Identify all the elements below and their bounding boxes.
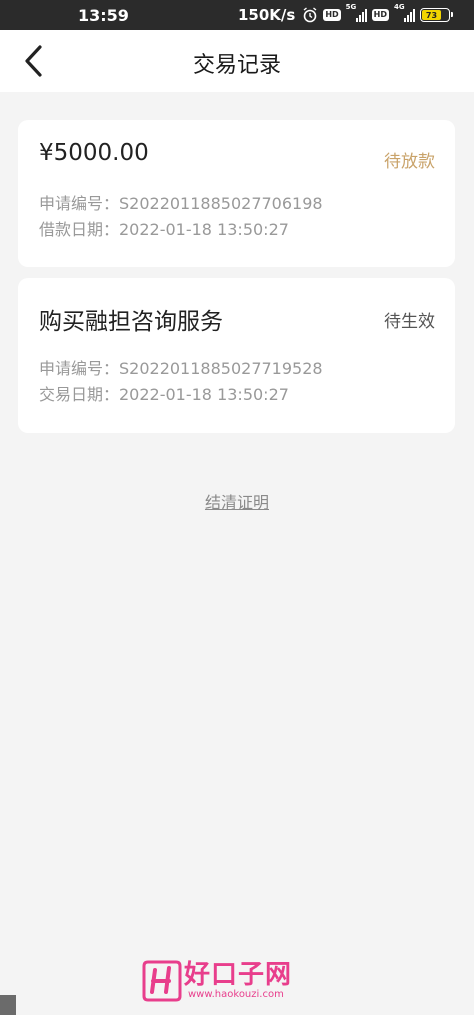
record-status: 待放款: [384, 152, 435, 172]
status-icons: 150K/s HD 5G HD 4G 73: [237, 4, 453, 25]
record-card[interactable]: ¥5000.00 待放款 申请编号：S2022011885027706198 借…: [18, 120, 455, 267]
watermark: 好口子网 www.haokouzi.com: [142, 957, 312, 1005]
hd-badge-2: HD: [371, 9, 389, 21]
signal-5g-icon: 5G: [346, 4, 367, 22]
record-application-no: 申请编号：S2022011885027719528: [39, 359, 323, 378]
status-bar: 13:59 150K/s HD 5G HD 4G 73: [0, 0, 474, 30]
record-card[interactable]: 购买融担咨询服务 待生效 申请编号：S2022011885027719528 交…: [18, 278, 455, 433]
nav-bar: 交易记录: [0, 30, 474, 92]
corner-overlay: [0, 995, 16, 1015]
record-status: 待生效: [384, 312, 435, 332]
page-title: 交易记录: [192, 53, 281, 78]
record-title: 购买融担咨询服务: [39, 309, 223, 335]
settlement-certificate-link[interactable]: 结清证明: [0, 489, 474, 513]
hd-badge: HD: [323, 9, 341, 21]
signal-4g-icon: 4G: [394, 4, 415, 22]
record-amount: ¥5000.00: [39, 140, 149, 166]
net-speed: 150K/s: [237, 6, 296, 24]
watermark-logo-icon: [142, 960, 182, 1002]
signal-5g-label: 5G: [345, 3, 357, 11]
record-application-no: 申请编号：S2022011885027706198: [39, 194, 323, 213]
record-date: 借款日期：2022-01-18 13:50:27: [39, 220, 289, 239]
battery-icon: 73: [420, 8, 453, 22]
alarm-icon: [303, 7, 317, 23]
watermark-text: 好口子网: [184, 960, 293, 990]
watermark-url: www.haokouzi.com: [188, 989, 284, 1000]
status-time: 13:59: [78, 6, 129, 25]
battery-level: 73: [422, 10, 441, 20]
record-date: 交易日期：2022-01-18 13:50:27: [39, 385, 289, 404]
signal-4g-label: 4G: [394, 3, 405, 11]
